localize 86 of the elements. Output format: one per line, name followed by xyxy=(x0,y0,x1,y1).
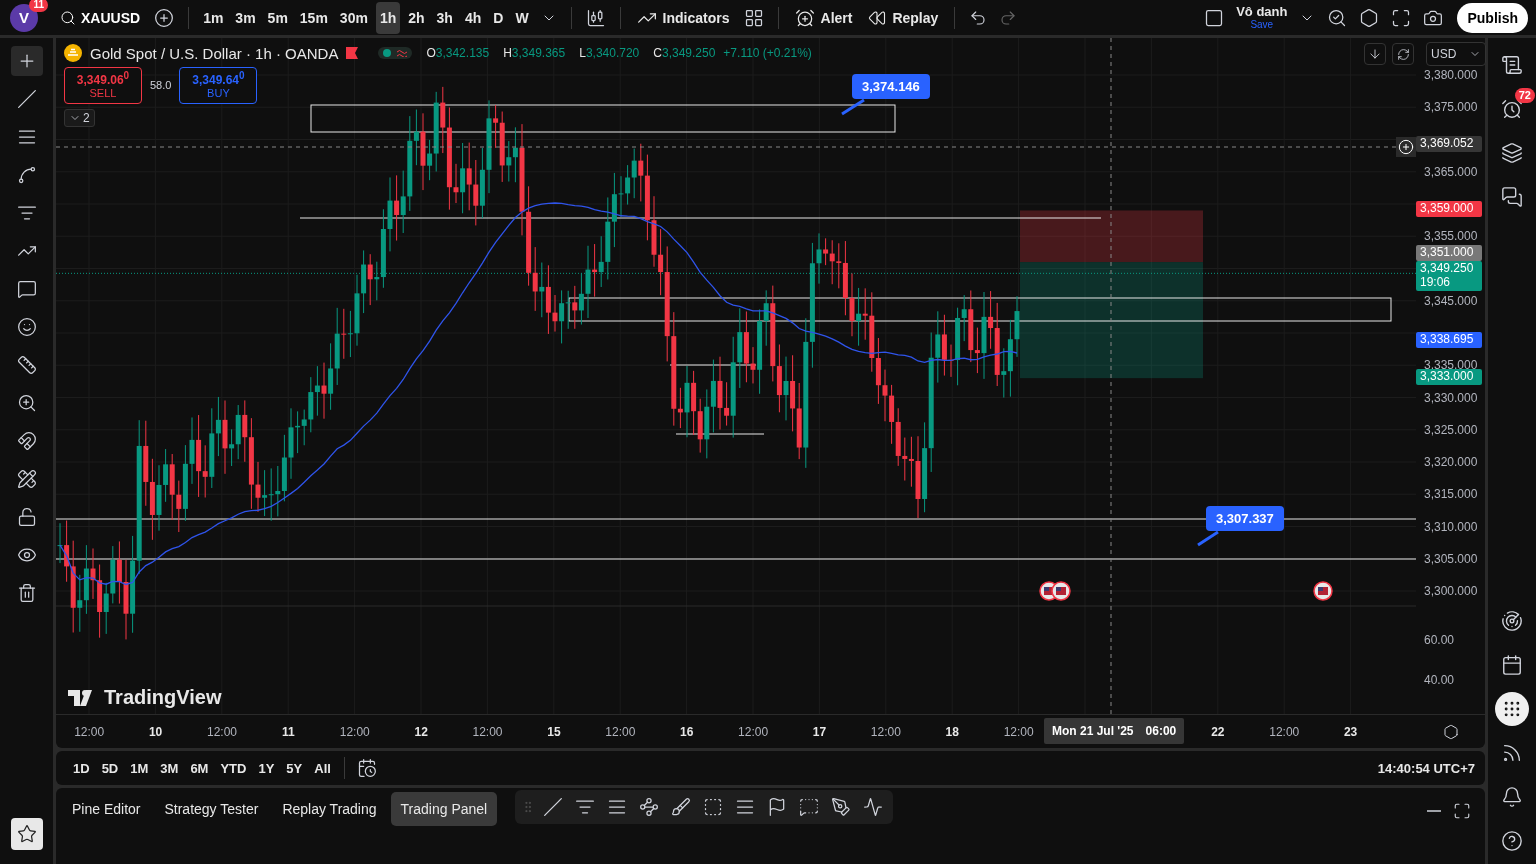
panel-tab[interactable]: Strategy Tester xyxy=(154,792,269,826)
interval-button[interactable]: 5m xyxy=(263,1,292,34)
interval-button[interactable]: 1h xyxy=(375,1,401,34)
time-axis-label: 16 xyxy=(679,724,695,739)
interval-button[interactable]: D xyxy=(489,1,508,34)
interval-button[interactable]: W xyxy=(511,1,533,34)
panel-tab[interactable]: Replay Trading xyxy=(272,792,387,826)
range-button[interactable]: 5D xyxy=(96,756,124,780)
alert-button[interactable]: Alert xyxy=(788,3,859,32)
notification-badge: 11 xyxy=(29,0,48,12)
price-axis-label: 3,375.000 xyxy=(1424,100,1478,115)
price-marker: 3,349.250 19:06 xyxy=(1416,261,1482,291)
price-axis-label: 3,320.000 xyxy=(1424,455,1478,469)
time-axis-label: 23 xyxy=(1342,724,1359,739)
save-status: Save xyxy=(1250,20,1274,30)
time-axis-label: 11 xyxy=(281,724,296,739)
ohlc-value: C3,349.250 xyxy=(653,46,716,60)
buy-button[interactable]: 3,349.64$^{0}$ BUY xyxy=(179,67,258,104)
price-axis-label: 3,345.000 xyxy=(1424,293,1478,308)
range-button[interactable]: 1Y xyxy=(253,756,280,780)
price-axis-label: 3,310.000 xyxy=(1424,519,1478,534)
alerts-badge: 72 xyxy=(1514,88,1535,103)
price-axis-label: 3,305.000 xyxy=(1424,551,1478,566)
price-axis-label: 3,380.000 xyxy=(1424,68,1478,82)
range-button[interactable]: 5Y xyxy=(281,756,308,780)
time-axis-label: 12:00 xyxy=(604,724,637,739)
indicators-button[interactable]: Indicators xyxy=(630,3,736,32)
time-axis-label: 12:00 xyxy=(205,724,238,739)
ohlc-value: O3,342.135 xyxy=(426,46,490,60)
symbol-title[interactable]: Gold Spot / U.S. Dollar · 1h · OANDA xyxy=(90,44,339,62)
interval-button[interactable]: 3m xyxy=(231,1,260,34)
range-button[interactable]: 3M xyxy=(155,756,184,780)
sell-button[interactable]: 3,349.06$^{0}$ SELL xyxy=(64,67,142,104)
price-axis-label: 3,315.000 xyxy=(1424,487,1478,502)
range-button[interactable]: All xyxy=(309,756,336,780)
clock-label: 14:40:54 UTC+7 xyxy=(1377,760,1475,776)
range-button[interactable]: YTD xyxy=(215,756,252,780)
price-marker: 3,351.000 xyxy=(1416,245,1482,261)
currency-dropdown[interactable]: USD xyxy=(1426,42,1486,66)
ohlc-value: L3,340.720 xyxy=(579,46,640,60)
range-button[interactable]: 1M xyxy=(125,756,154,780)
price-axis-label: 3,330.000 xyxy=(1424,390,1478,405)
price-callout: 3,374.146 xyxy=(852,74,930,99)
range-button[interactable]: 1D xyxy=(68,756,95,780)
price-marker: 3,338.695 xyxy=(1416,332,1482,348)
time-axis-label: 12:00 xyxy=(73,724,106,739)
ohlc-value: H3,349.365 xyxy=(503,46,566,60)
time-axis-label: 18 xyxy=(944,724,960,739)
price-change: +7.110 (+0.21%) xyxy=(723,46,812,60)
time-axis-label: 12:00 xyxy=(471,724,504,739)
range-button[interactable]: 6M xyxy=(185,756,214,780)
interval-button[interactable]: 2h xyxy=(404,1,429,34)
time-axis-label: 10 xyxy=(147,724,164,739)
time-axis-label: 12:00 xyxy=(1268,724,1301,739)
interval-button[interactable]: 3h xyxy=(432,1,457,34)
layout-name[interactable]: Vô danh xyxy=(1236,5,1288,18)
time-axis-label: 12:00 xyxy=(869,724,902,739)
brand-name: TradingView xyxy=(104,686,222,709)
price-axis-label: 3,355.000 xyxy=(1424,229,1478,244)
indicator-axis-label: 60.00 xyxy=(1424,633,1455,647)
interval-button[interactable]: 1m xyxy=(199,1,228,34)
replay-button[interactable]: Replay xyxy=(862,4,945,31)
time-axis-label: 12:00 xyxy=(338,724,371,739)
time-axis-label: 22 xyxy=(1210,724,1226,739)
price-axis-label: 3,325.000 xyxy=(1424,422,1478,437)
publish-button[interactable]: Publish xyxy=(1457,2,1528,33)
time-axis-label: 12:00 xyxy=(737,724,770,739)
time-axis-label: 15 xyxy=(546,724,562,739)
price-callout: 3,307.337 xyxy=(1206,506,1284,531)
interval-button[interactable]: 30m xyxy=(335,1,372,34)
symbol-search-button[interactable]: XAUUSD xyxy=(54,5,147,30)
time-axis-label: 12 xyxy=(413,724,429,739)
interval-button[interactable]: 4h xyxy=(460,1,486,34)
indicators-toggle[interactable]: 2 xyxy=(64,108,95,127)
price-marker: 3,359.000 xyxy=(1416,201,1482,217)
time-axis-label: 12:00 xyxy=(1002,724,1035,739)
time-axis-label: 17 xyxy=(811,724,828,739)
interval-button[interactable]: 15m xyxy=(295,1,332,34)
panel-tab[interactable]: Trading Panel xyxy=(390,792,498,826)
panel-tab[interactable]: Pine Editor xyxy=(62,792,151,826)
spread-value: 58.0 xyxy=(150,79,172,92)
price-marker: 3,333.000 xyxy=(1416,369,1482,385)
price-axis-label: 3,365.000 xyxy=(1424,164,1478,179)
indicator-axis-label: 40.00 xyxy=(1424,673,1455,687)
price-axis-label: 3,300.000 xyxy=(1424,584,1478,598)
crosshair-time-label: Mon 21 Jul '25 06:00 xyxy=(1044,718,1185,744)
